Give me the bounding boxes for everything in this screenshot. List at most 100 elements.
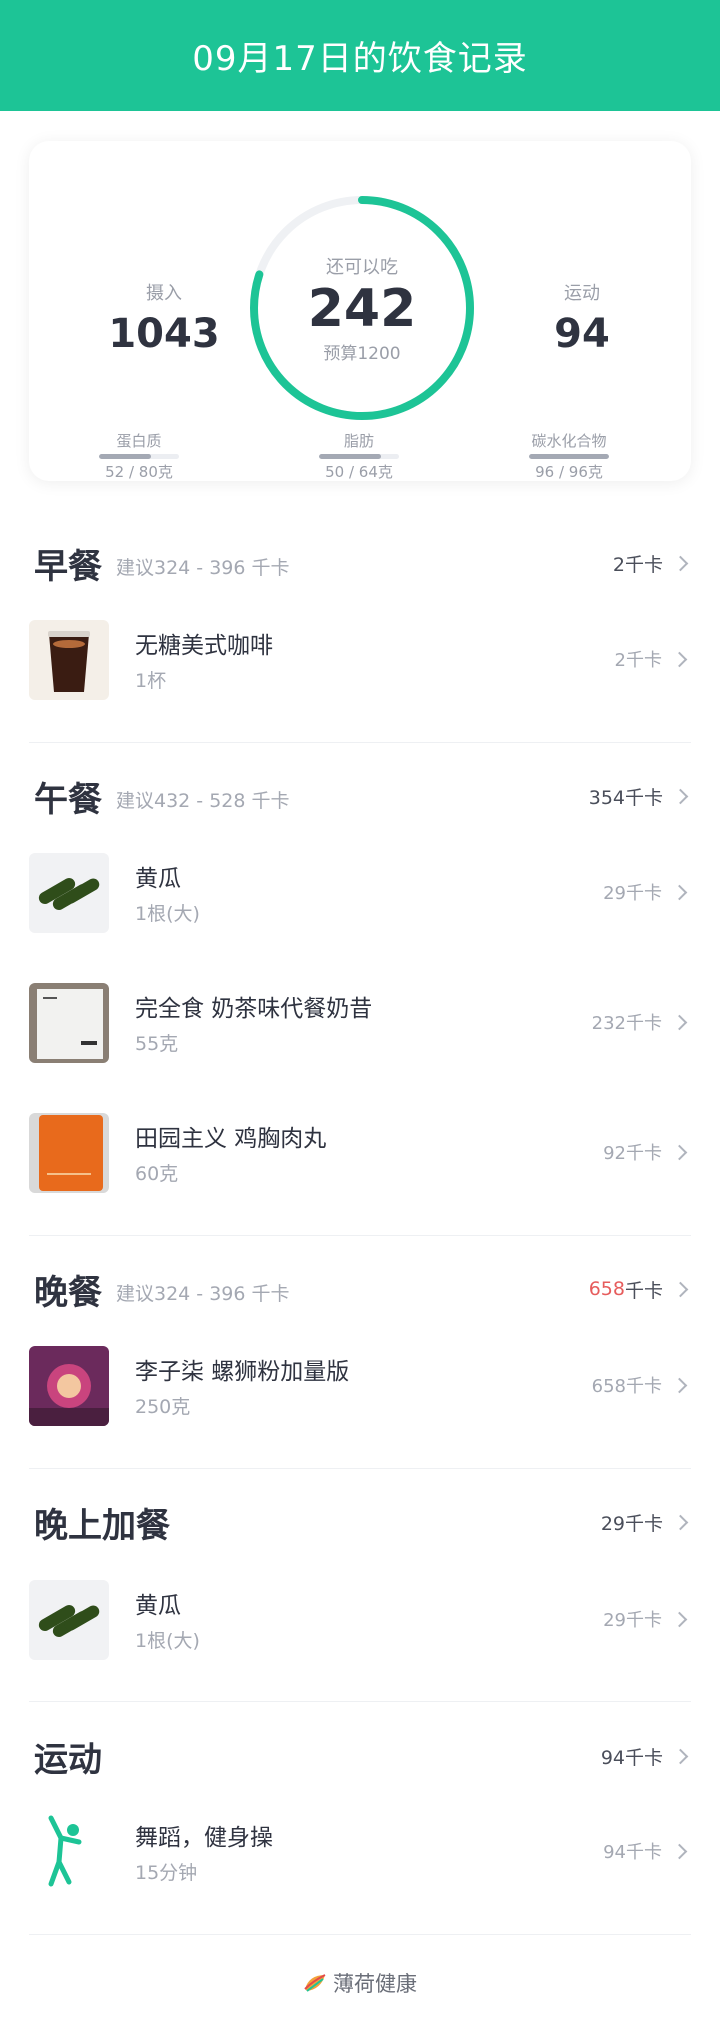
page-title: 09月17日的饮食记录 (192, 39, 528, 79)
food-name: 完全食 奶茶味代餐奶昔 (135, 996, 373, 1022)
macro-carbs: 碳水化合物 96 / 96克 (509, 430, 629, 482)
chevron-right-icon (671, 884, 688, 900)
chevron-right-icon (671, 1611, 688, 1627)
section-title: 运动 (34, 1739, 102, 1780)
food-name: 黄瓜 (135, 1593, 181, 1619)
exercise-value: 94 (554, 311, 610, 357)
brand-name: 薄荷健康 (333, 1972, 417, 1996)
food-item-cucumber-snack[interactable]: 黄瓜 1根(大) 29千卡 (29, 1580, 691, 1660)
breakfast-header[interactable]: 早餐 建议324 - 396 千卡 2千卡 (34, 538, 692, 588)
food-item-cucumber[interactable]: 黄瓜 1根(大) 29千卡 (29, 853, 691, 933)
section-total: 658 千卡 (589, 1276, 692, 1303)
exercise-header[interactable]: 运动 94千卡 (34, 1731, 692, 1781)
food-item-luosifen[interactable]: 李子柒 螺狮粉加量版 250克 658千卡 (29, 1346, 691, 1426)
food-item-chicken-balls[interactable]: 田园主义 鸡胸肉丸 60克 92千卡 (29, 1113, 691, 1193)
section-total-value: 2千卡 (612, 553, 663, 576)
food-kcal: 232千卡 (592, 1009, 691, 1035)
food-kcal: 658千卡 (592, 1372, 691, 1398)
lunch-header[interactable]: 午餐 建议432 - 528 千卡 354千卡 (34, 771, 692, 821)
food-item-coffee[interactable]: 无糖美式咖啡 1杯 2千卡 (29, 620, 691, 700)
macro-fat: 脂肪 50 / 64克 (299, 430, 419, 482)
page-header: 09月17日的饮食记录 (0, 0, 720, 111)
section-suggestion: 建议324 - 396 千卡 (116, 1282, 290, 1305)
section-suggestion: 建议324 - 396 千卡 (116, 556, 290, 579)
food-kcal: 29千卡 (603, 879, 691, 905)
footer-brand: 薄荷健康 (0, 1968, 720, 1998)
food-kcal-value: 2千卡 (614, 650, 662, 671)
section-title: 晚上加餐 (34, 1505, 170, 1546)
food-name: 无糖美式咖啡 (135, 633, 273, 659)
chevron-right-icon (672, 555, 689, 571)
food-item-meal-shake[interactable]: 完全食 奶茶味代餐奶昔 55克 232千卡 (29, 983, 691, 1063)
luosifen-thumbnail (29, 1346, 109, 1426)
dinner-header[interactable]: 晚餐 建议324 - 396 千卡 658 千卡 (34, 1264, 692, 1314)
chevron-right-icon (672, 1748, 689, 1764)
chevron-right-icon (672, 1514, 689, 1530)
section-suggestion: 建议432 - 528 千卡 (116, 789, 290, 812)
divider (29, 1235, 691, 1236)
chevron-right-icon (671, 651, 688, 667)
food-quantity: 55克 (135, 1033, 179, 1055)
exercise-item-dance[interactable]: 舞蹈，健身操 15分钟 94千卡 (29, 1812, 691, 1892)
section-total-unit: 千卡 (624, 1279, 663, 1302)
food-name: 李子柒 螺狮粉加量版 (135, 1359, 350, 1385)
macro-label: 碳水化合物 (531, 432, 607, 450)
chevron-right-icon (672, 1281, 689, 1297)
exercise-kcal: 94千卡 (603, 1838, 691, 1864)
exercise-kcal-value: 94千卡 (603, 1842, 662, 1863)
intake-value: 1043 (108, 311, 220, 357)
macro-bar (529, 454, 609, 459)
section-total: 94千卡 (601, 1743, 692, 1770)
food-kcal: 92千卡 (603, 1139, 691, 1165)
food-quantity: 250克 (135, 1396, 191, 1418)
macro-value: 50 / 64克 (325, 463, 393, 481)
remaining-value: 242 (307, 278, 417, 339)
chevron-right-icon (671, 1377, 688, 1393)
brand-logo-icon (304, 1974, 326, 1992)
macro-bar (99, 454, 179, 459)
dance-icon (29, 1812, 109, 1892)
intake-stat: 摄入 1043 (89, 279, 239, 357)
cucumber-thumbnail (29, 853, 109, 933)
chevron-right-icon (671, 1843, 688, 1859)
divider (29, 742, 691, 743)
chevron-right-icon (671, 1014, 688, 1030)
exercise-stat: 运动 94 (507, 279, 657, 357)
section-total-over: 658 (588, 1278, 625, 1300)
food-name: 田园主义 鸡胸肉丸 (135, 1126, 327, 1152)
macro-label: 脂肪 (343, 432, 374, 450)
section-total: 29千卡 (601, 1509, 692, 1536)
coffee-thumbnail (29, 620, 109, 700)
chicken-balls-thumbnail (29, 1113, 109, 1193)
section-title: 午餐 (34, 779, 102, 820)
meal-shake-thumbnail (29, 983, 109, 1063)
food-kcal-value: 92千卡 (603, 1143, 662, 1164)
divider (29, 1468, 691, 1469)
chevron-right-icon (672, 788, 689, 804)
section-total-value: 354千卡 (588, 786, 663, 809)
food-quantity: 60克 (135, 1163, 179, 1185)
divider (29, 1934, 691, 1935)
food-kcal: 2千卡 (615, 646, 691, 672)
exercise-label: 运动 (564, 283, 600, 304)
section-total-value: 94千卡 (600, 1746, 663, 1769)
macro-label: 蛋白质 (116, 432, 162, 450)
food-name: 黄瓜 (135, 866, 181, 892)
remaining-label: 还可以吃 (326, 256, 398, 278)
section-total-value: 29千卡 (600, 1512, 663, 1535)
food-kcal-value: 658千卡 (591, 1376, 662, 1397)
cucumber-thumbnail (29, 1580, 109, 1660)
section-title: 早餐 (34, 546, 102, 587)
divider (29, 1701, 691, 1702)
section-total: 2千卡 (613, 550, 692, 577)
snack-header[interactable]: 晚上加餐 29千卡 (34, 1497, 692, 1547)
food-quantity: 1杯 (135, 670, 167, 692)
macro-value: 96 / 96克 (535, 463, 603, 481)
exercise-name: 舞蹈，健身操 (135, 1825, 273, 1851)
food-kcal-value: 232千卡 (591, 1013, 662, 1034)
calorie-summary-card[interactable]: 摄入 1043 还可以吃 242 预算1200 运动 94 蛋白质 52 / 8… (29, 141, 691, 481)
food-quantity: 1根(大) (135, 903, 200, 925)
chevron-right-icon (671, 1144, 688, 1160)
food-quantity: 1根(大) (135, 1630, 200, 1652)
macro-protein: 蛋白质 52 / 80克 (79, 430, 199, 482)
